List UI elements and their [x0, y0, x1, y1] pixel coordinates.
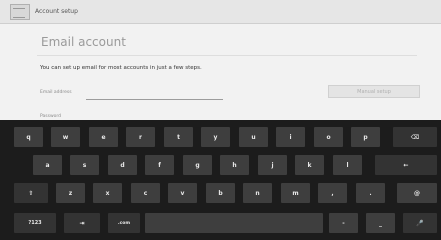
key-at[interactable]: @ — [397, 183, 437, 203]
key-j[interactable]: j — [258, 155, 287, 175]
key-i[interactable]: i — [276, 127, 305, 147]
key-h[interactable]: h — [220, 155, 249, 175]
key-f[interactable]: f — [145, 155, 174, 175]
key-m[interactable]: m — [281, 183, 310, 203]
enter-key[interactable]: ← — [375, 155, 437, 175]
key-y[interactable]: y — [201, 127, 230, 147]
key-k[interactable]: k — [295, 155, 324, 175]
page-title: Email account — [41, 35, 126, 49]
shift-icon: ⇧ — [28, 189, 34, 197]
key-s[interactable]: s — [70, 155, 99, 175]
email-app-icon — [10, 3, 30, 20]
key-b[interactable]: b — [206, 183, 235, 203]
key-d[interactable]: d — [108, 155, 137, 175]
key-g[interactable]: g — [183, 155, 212, 175]
shift-key[interactable]: ⇧ — [14, 183, 48, 203]
voice-input-key[interactable]: 🎤 — [403, 213, 437, 233]
key-comma[interactable]: , — [318, 183, 347, 203]
key-dash[interactable]: - — [329, 213, 358, 233]
intro-text: You can set up email for most accounts i… — [40, 65, 202, 71]
password-label: Password — [40, 114, 62, 119]
tab-key[interactable]: ⇥ — [64, 213, 100, 233]
key-o[interactable]: o — [314, 127, 343, 147]
on-screen-keyboard: q w e r t y u i o p ⌫ a s d f g h j k l … — [0, 120, 441, 240]
key-c[interactable]: c — [131, 183, 160, 203]
key-a[interactable]: a — [33, 155, 62, 175]
manual-setup-button[interactable]: Manual setup — [328, 85, 420, 98]
key-w[interactable]: w — [51, 127, 80, 147]
key-period[interactable]: . — [356, 183, 385, 203]
key-z[interactable]: z — [56, 183, 85, 203]
email-label: Email address — [40, 90, 72, 95]
heading-divider — [37, 55, 417, 56]
key-x[interactable]: x — [93, 183, 122, 203]
key-u[interactable]: u — [239, 127, 268, 147]
microphone-icon: 🎤 — [416, 219, 424, 227]
dotcom-key[interactable]: .com — [108, 213, 140, 233]
key-r[interactable]: r — [126, 127, 155, 147]
app-title: Account setup — [35, 8, 78, 15]
key-p[interactable]: p — [351, 127, 380, 147]
key-underscore[interactable]: _ — [366, 213, 395, 233]
title-bar: Account setup — [0, 0, 441, 24]
email-field[interactable] — [86, 90, 223, 100]
key-e[interactable]: e — [89, 127, 118, 147]
key-l[interactable]: l — [333, 155, 362, 175]
account-setup-form: Email account You can set up email for m… — [0, 25, 441, 120]
key-v[interactable]: v — [168, 183, 197, 203]
key-t[interactable]: t — [164, 127, 193, 147]
symbols-key[interactable]: ?123 — [14, 213, 56, 233]
tab-icon: ⇥ — [79, 219, 85, 227]
key-n[interactable]: n — [243, 183, 272, 203]
space-bar[interactable] — [145, 213, 323, 233]
backspace-key[interactable]: ⌫ — [393, 127, 437, 147]
key-q[interactable]: q — [14, 127, 43, 147]
backspace-icon: ⌫ — [410, 133, 420, 141]
enter-icon: ← — [403, 161, 409, 169]
